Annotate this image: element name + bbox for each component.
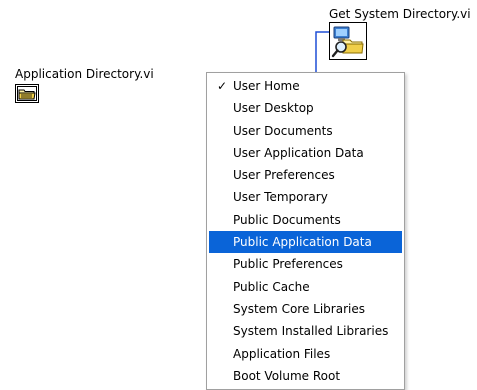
menu-item-label: System Installed Libraries bbox=[233, 324, 389, 339]
menu-item[interactable]: Public Documents bbox=[209, 209, 402, 231]
menu-item[interactable]: Application Files bbox=[209, 343, 402, 365]
menu-item[interactable]: System Installed Libraries bbox=[209, 320, 402, 342]
menu-item[interactable]: Public Cache bbox=[209, 276, 402, 298]
checkmark-icon: ✓ bbox=[216, 79, 228, 93]
menu-item[interactable]: User Application Data bbox=[209, 142, 402, 164]
menu-item[interactable]: User Preferences bbox=[209, 164, 402, 186]
menu-item-label: Public Documents bbox=[233, 212, 341, 227]
menu-item[interactable]: Public Preferences bbox=[209, 253, 402, 275]
menu-item[interactable]: User Desktop bbox=[209, 97, 402, 119]
application-directory-vi-label: Application Directory.vi bbox=[15, 67, 154, 81]
system-folder-search-icon[interactable] bbox=[329, 22, 367, 60]
menu-item[interactable]: Boot Volume Root bbox=[209, 365, 402, 387]
menu-item-label: Public Preferences bbox=[233, 257, 343, 272]
menu-item-label: Public Cache bbox=[233, 279, 310, 294]
menu-item[interactable]: ✓ User Home bbox=[209, 75, 402, 97]
menu-item-label: Application Files bbox=[233, 346, 331, 361]
menu-item-label: User Documents bbox=[233, 123, 333, 138]
menu-item-label: User Desktop bbox=[233, 101, 314, 116]
menu-item[interactable]: Public Application Data bbox=[209, 231, 402, 254]
menu-item[interactable]: System Core Libraries bbox=[209, 298, 402, 320]
get-system-directory-vi-label: Get System Directory.vi bbox=[329, 7, 471, 21]
menu-item-label: System Core Libraries bbox=[233, 301, 365, 316]
directory-type-menu: ✓ User Home User Desktop User Documents User… bbox=[206, 72, 405, 390]
menu-item[interactable]: User Documents bbox=[209, 120, 402, 142]
menu-item-label: Public Application Data bbox=[233, 235, 372, 250]
menu-item-label: User Temporary bbox=[233, 190, 328, 205]
menu-item-label: User Preferences bbox=[233, 168, 335, 183]
menu-item[interactable]: User Temporary bbox=[209, 186, 402, 208]
folder-icon[interactable] bbox=[15, 84, 39, 103]
menu-item-label: User Home bbox=[233, 79, 300, 93]
menu-item-label: Boot Volume Root bbox=[233, 368, 341, 383]
menu-item-label: User Application Data bbox=[233, 145, 364, 160]
